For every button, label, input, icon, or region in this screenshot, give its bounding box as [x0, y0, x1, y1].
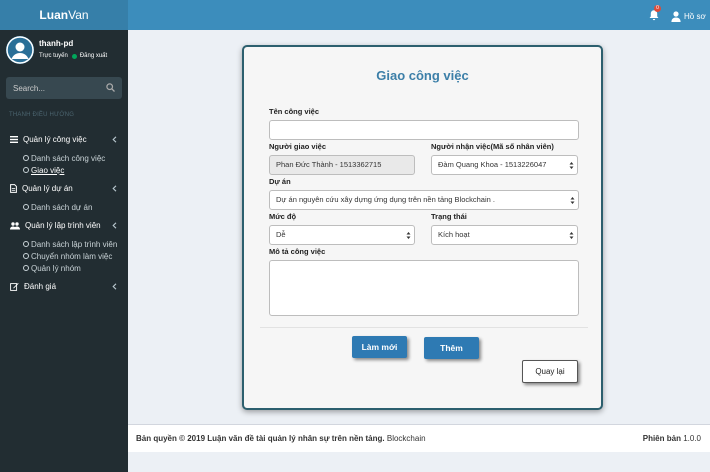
- select-arrows-icon: [406, 232, 411, 239]
- sidebar-menu: Quản lý công việc Danh sách công việc Gi…: [0, 133, 128, 293]
- avatar: [6, 36, 34, 64]
- list-icon: [10, 136, 18, 143]
- brand-logo[interactable]: LuanVan: [0, 0, 128, 30]
- top-navbar: 0 Hồ sơ: [128, 0, 710, 30]
- menu-project-management[interactable]: Quản lý dự án: [0, 182, 128, 195]
- submenu-transfer-team[interactable]: Chuyển nhóm làm việc: [0, 250, 128, 262]
- add-button[interactable]: Thêm: [424, 337, 479, 359]
- level-label: Mức độ: [269, 212, 297, 221]
- submenu-project-list[interactable]: Danh sách dự án: [0, 201, 128, 213]
- sidebar-search: [6, 77, 122, 99]
- nav-header: THANH ĐIỀU HƯỚNG: [9, 112, 75, 118]
- edit-icon: [10, 283, 19, 291]
- description-textarea[interactable]: [269, 260, 579, 316]
- chevron-left-icon: [112, 222, 117, 229]
- assigner-label: Người giao việc: [269, 142, 327, 151]
- notification-badge: 0: [654, 5, 661, 12]
- assigner-field: Phan Đức Thành - 1513362715: [269, 155, 415, 175]
- search-input[interactable]: [6, 77, 106, 99]
- reset-button[interactable]: Làm mới: [352, 336, 407, 358]
- user-status: Trực tuyến Đăng xuất: [39, 53, 108, 59]
- select-arrows-icon: [569, 162, 574, 169]
- project-select[interactable]: Dự án nguyên cứu xây dựng ứng dụng trên …: [269, 190, 579, 210]
- user-icon: [671, 10, 681, 22]
- assign-task-form: Giao công việc Tên công việc Người giao …: [242, 45, 603, 410]
- status-label: Trạng thái: [431, 212, 467, 221]
- level-select[interactable]: Dễ: [269, 225, 415, 245]
- sidebar: thanh-pd Trực tuyến Đăng xuất THANH ĐIỀU…: [0, 30, 128, 472]
- form-title: Giao công việc: [376, 68, 469, 83]
- submenu-assign-task[interactable]: Giao việc: [0, 164, 128, 176]
- status-select[interactable]: Kích hoạt: [431, 225, 578, 245]
- submenu-developer-list[interactable]: Danh sách lập trình viên: [0, 238, 128, 250]
- assignee-label: Người nhận việc(Mã số nhân viên): [431, 142, 554, 151]
- profile-link[interactable]: Hồ sơ: [671, 9, 706, 23]
- menu-evaluation[interactable]: Đánh giá: [0, 280, 128, 293]
- user-name: thanh-pd: [39, 39, 74, 48]
- task-name-input[interactable]: [269, 120, 579, 140]
- project-label: Dự án: [269, 177, 291, 186]
- circle-icon: [23, 155, 29, 161]
- file-icon: [10, 184, 17, 193]
- form-divider: [260, 327, 588, 328]
- description-label: Mô tả công việc: [269, 247, 326, 256]
- circle-icon: [23, 253, 29, 259]
- menu-task-management[interactable]: Quản lý công việc: [0, 133, 128, 146]
- user-avatar-icon: [6, 36, 34, 64]
- select-arrows-icon: [570, 197, 575, 204]
- users-icon: [10, 221, 20, 229]
- select-arrows-icon: [569, 232, 574, 239]
- online-dot-icon: [71, 53, 77, 59]
- footer-version: Phiên bản 1.0.0: [642, 434, 701, 443]
- logout-link[interactable]: Đăng xuất: [80, 53, 107, 59]
- circle-icon: [23, 241, 29, 247]
- chevron-left-icon: [112, 136, 117, 143]
- chevron-left-icon: [112, 185, 117, 192]
- assignee-select[interactable]: Đàm Quang Khoa - 1513226047: [431, 155, 578, 175]
- submenu-task-list[interactable]: Danh sách công việc: [0, 152, 128, 164]
- footer: Bản quyền © 2019 Luận văn đề tài quản lý…: [128, 424, 710, 452]
- search-icon[interactable]: [106, 83, 115, 92]
- footer-copyright: Bản quyền © 2019 Luận văn đề tài quản lý…: [136, 434, 426, 443]
- circle-icon: [23, 167, 29, 173]
- back-button[interactable]: Quay lại: [522, 360, 578, 383]
- circle-icon: [23, 204, 29, 210]
- submenu-team-management[interactable]: Quản lý nhóm: [0, 262, 128, 274]
- task-name-label: Tên công việc: [269, 107, 320, 116]
- chevron-left-icon: [112, 283, 117, 290]
- circle-icon: [23, 265, 29, 271]
- menu-developer-management[interactable]: Quản lý lập trình viên: [0, 219, 128, 232]
